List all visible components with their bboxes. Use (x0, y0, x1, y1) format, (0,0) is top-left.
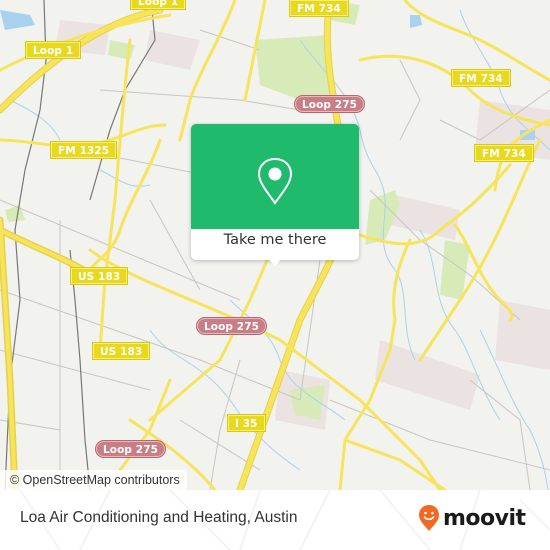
road-shield-us-183: US 183 (71, 268, 128, 284)
road-shield-loop-275-top: Loop 275 (295, 96, 365, 112)
road-shield-fm-734-top: FM 734 (290, 0, 348, 16)
map-view[interactable]: Loop 1 Loop 1 FM 734 FM 734 FM 734 Loop … (0, 0, 550, 490)
map-pin-icon (257, 157, 293, 205)
moovit-smile-pin-icon (419, 505, 439, 531)
map-attribution[interactable]: © OpenStreetMap contributors (0, 470, 187, 490)
road-shield-fm-734-right: FM 734 (452, 70, 510, 86)
moovit-logo[interactable]: moovit (418, 503, 526, 533)
take-me-there-popup[interactable]: Take me there (191, 124, 359, 266)
popup-pointer (268, 258, 282, 266)
road-shield-loop-275-mid: Loop 275 (197, 318, 267, 334)
take-me-there-button[interactable]: Take me there (191, 232, 359, 248)
road-shield-fm-734-lower: FM 734 (475, 145, 533, 161)
road-shield-us-183-lower: US 183 (93, 343, 150, 359)
road-shield-i-35: I 35 (228, 415, 265, 431)
place-name: Loa Air Conditioning and Heating, Austin (20, 509, 298, 526)
footer-bar: Loa Air Conditioning and Heating, Austin… (0, 490, 550, 550)
moovit-wordmark: moovit (443, 505, 526, 531)
road-shield-loop-1: Loop 1 (26, 42, 81, 58)
popup-header[interactable] (191, 124, 359, 229)
road-shield-loop-275-bottom: Loop 275 (96, 441, 166, 457)
road-shield-loop-1-top: Loop 1 (131, 0, 186, 9)
road-shield-fm-1325: FM 1325 (51, 142, 117, 158)
